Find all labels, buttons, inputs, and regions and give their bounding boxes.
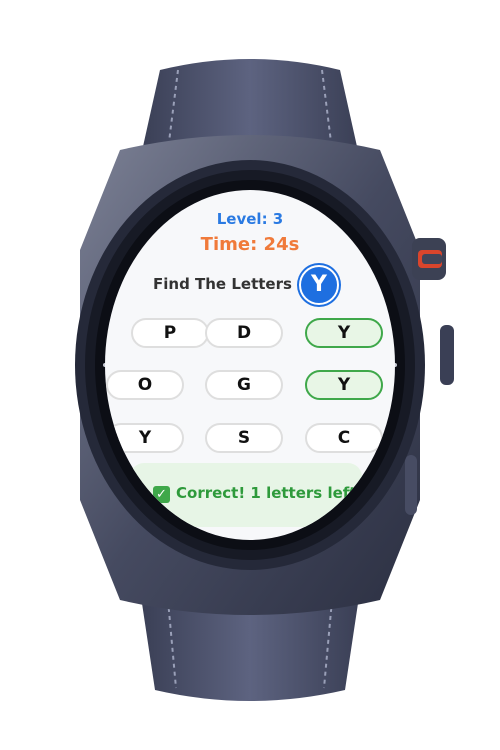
letter-tile[interactable]: D bbox=[205, 318, 283, 348]
letter-tile[interactable]: C bbox=[305, 423, 383, 453]
status-banner: ✓ Correct! 1 letters left bbox=[130, 463, 362, 527]
letter-tile[interactable]: Y bbox=[106, 423, 184, 453]
check-icon: ✓ bbox=[153, 486, 170, 503]
letter-tile[interactable]: G bbox=[205, 370, 283, 400]
letter-tile[interactable]: O bbox=[106, 370, 184, 400]
status-message: Correct! 1 letters left bbox=[176, 484, 357, 502]
letter-tile[interactable]: P bbox=[131, 318, 209, 348]
letter-tile[interactable]: S bbox=[205, 423, 283, 453]
letter-tile[interactable]: Y bbox=[305, 370, 383, 400]
watch-screen: Level: 3 Time: 24s Find The Letters Y P … bbox=[105, 190, 395, 540]
letter-tile[interactable]: Y bbox=[305, 318, 383, 348]
